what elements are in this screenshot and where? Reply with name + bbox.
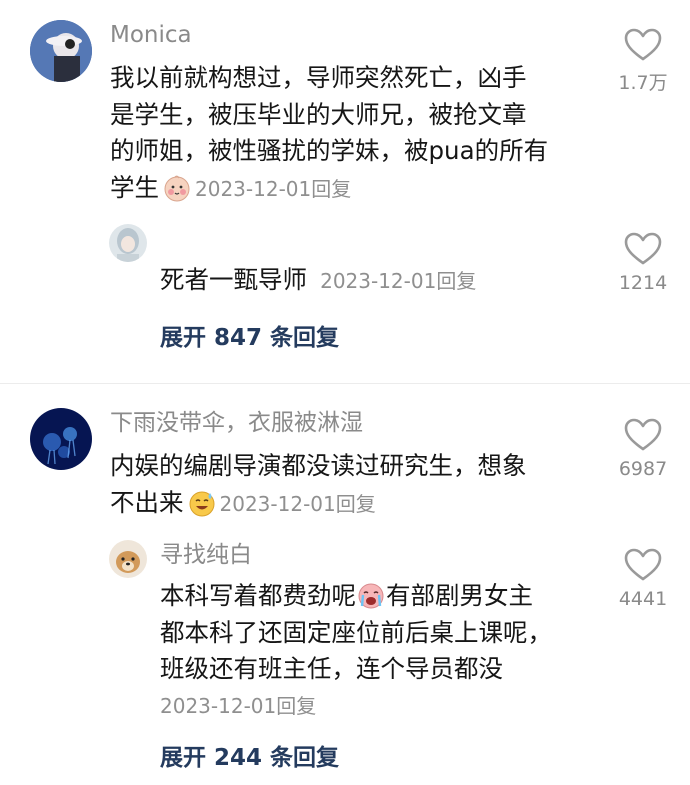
heart-icon [624,548,662,581]
heart-icon [624,418,662,451]
like-button[interactable]: 1.7万 [611,28,675,95]
comment-date: 2023-12-01 [195,176,312,201]
reply-date: 2023-12-01 [160,693,277,718]
like-count: 1.7万 [618,72,668,94]
comment-text-line: 学生 [110,172,159,202]
reply-button[interactable]: 回复 [336,492,376,516]
like-count: 1214 [618,272,668,294]
reply-text-line: 班级还有班主任，连个导员都没 [160,654,503,683]
reply-text-segment: 本科写着都费劲呢 [160,581,356,610]
reply-text: 本科写着都费劲呢 有部剧男女主 都本科了还固定座位前后桌上课呢， 班级还有班主任… [160,578,600,723]
divider [0,383,690,384]
reply-button[interactable]: 回复 [276,694,316,718]
reply-text: 死者一甄导师 [160,265,307,294]
comment-text-line: 是学生，被压毕业的大师兄，被抢文章 [110,99,527,129]
reply-meta: 2023-12-01回复 [160,688,600,723]
avatar[interactable] [30,20,92,82]
comment-text-line: 不出来 [110,487,184,517]
crying-face-emoji-icon [358,583,384,609]
reply-body: 死者一甄导师 2023-12-01回复 [160,262,476,299]
comment-username[interactable]: 下雨没带伞，衣服被淋湿 [110,408,363,438]
like-button[interactable]: 1214 [611,232,675,294]
comment-last-line: 学生 2023-12-01回复 [110,170,590,208]
reply-avatar[interactable] [109,540,147,578]
comment-username[interactable]: Monica [110,20,192,50]
reply-avatar[interactable] [109,224,147,262]
like-count: 4441 [618,588,668,610]
comment-text: 我以前就构想过，导师突然死亡，凶手 是学生，被压毕业的大师兄，被抢文章 的师姐，… [110,60,590,207]
heart-icon [624,232,662,265]
expand-replies-button[interactable]: 展开 847 条回复 [160,318,339,352]
comment-text-line: 我以前就构想过，导师突然死亡，凶手 [110,63,527,92]
avatar[interactable] [30,408,92,470]
reply-text-line: 本科写着都费劲呢 有部剧男女主 [160,578,600,615]
comment-last-line: 不出来 2023-12-01回复 [110,485,590,523]
reply-username[interactable]: 寻找纯白 [160,540,252,570]
avatar-image [109,540,147,578]
avatar-image [109,224,147,262]
comment-date: 2023-12-01 [219,491,336,516]
reply-date: 2023-12-01 [320,269,437,293]
comment-text: 内娱的编剧导演都没读过研究生，想象 不出来 2023-12-01回复 [110,448,590,522]
reply-text-segment: 有部剧男女主 [386,581,533,610]
avatar-image [30,408,92,470]
reply-button[interactable]: 回复 [311,177,351,201]
expand-replies-button[interactable]: 展开 244 条回复 [160,738,339,772]
avatar-image [30,20,92,82]
heart-icon [624,28,662,61]
like-count: 6987 [618,458,668,480]
like-button[interactable]: 4441 [611,548,675,610]
sweat-smile-emoji-icon [189,491,214,516]
shy-face-emoji-icon [164,175,190,201]
like-button[interactable]: 6987 [611,418,675,480]
reply-text-line: 都本科了还固定座位前后桌上课呢， [160,617,552,647]
reply-button[interactable]: 回复 [436,269,476,293]
comment-text-line: 内娱的编剧导演都没读过研究生，想象 [110,451,527,480]
comment-text-line: 的师姐，被性骚扰的学妹，被pua的所有 [110,136,549,165]
